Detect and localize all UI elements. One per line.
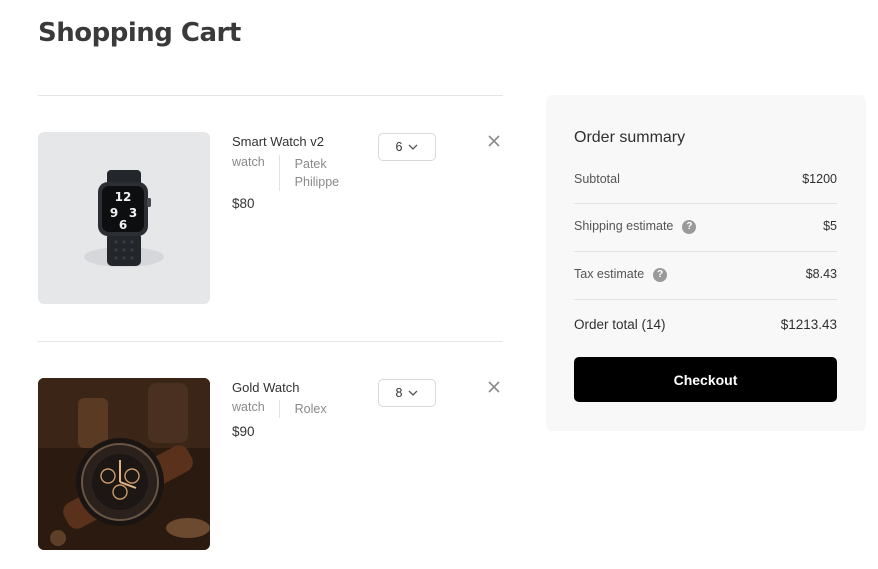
product-meta: watch Patek Philippe: [232, 155, 355, 191]
svg-text:9: 9: [110, 206, 118, 220]
order-total-label: Order total (14): [574, 317, 666, 332]
product-meta: watch Rolex: [232, 400, 355, 418]
product-category: watch: [232, 155, 265, 169]
product-brand: Patek Philippe: [294, 157, 340, 189]
product-name[interactable]: Gold Watch: [232, 380, 299, 395]
meta-separator: [278, 400, 280, 418]
tax-row: Tax estimate? $8.43: [574, 267, 837, 282]
divider: [38, 95, 503, 96]
quantity-select[interactable]: 6: [378, 133, 436, 161]
shipping-value: $5: [823, 219, 837, 234]
quantity-value: 8: [395, 386, 403, 400]
product-price: $90: [232, 424, 255, 439]
shipping-row: Shipping estimate? $5: [574, 219, 837, 234]
tax-value: $8.43: [805, 267, 837, 282]
shipping-label-wrap: Shipping estimate?: [574, 219, 697, 234]
page-title: Shopping Cart: [38, 18, 241, 48]
product-category: watch: [232, 400, 265, 414]
meta-separator: [278, 155, 280, 191]
svg-text:3: 3: [129, 206, 137, 220]
quantity-select[interactable]: 8: [378, 379, 436, 407]
product-price: $80: [232, 196, 255, 211]
order-summary-title: Order summary: [574, 129, 686, 146]
divider: [574, 203, 837, 204]
order-total-row: Order total (14) $1213.43: [574, 317, 837, 332]
chevron-down-icon: [409, 144, 418, 150]
product-image-smart-watch[interactable]: 12 9 3 6: [38, 132, 210, 304]
help-icon[interactable]: ?: [653, 267, 668, 282]
close-icon[interactable]: [486, 379, 502, 395]
divider: [574, 251, 837, 252]
quantity-value: 6: [395, 140, 403, 154]
tax-label: Tax estimate: [574, 267, 645, 281]
svg-text:6: 6: [119, 218, 127, 232]
subtotal-label: Subtotal: [574, 172, 620, 186]
shipping-label: Shipping estimate: [574, 219, 674, 233]
divider: [574, 299, 837, 300]
subtotal-row: Subtotal $1200: [574, 172, 837, 186]
product-name[interactable]: Smart Watch v2: [232, 134, 324, 149]
svg-text:12: 12: [115, 190, 132, 204]
order-total-value: $1213.43: [780, 317, 837, 332]
divider: [38, 341, 503, 342]
product-image-gold-watch[interactable]: [38, 378, 210, 550]
product-brand: Rolex: [294, 402, 327, 416]
help-icon[interactable]: ?: [682, 219, 697, 234]
chevron-down-icon: [409, 390, 418, 396]
checkout-button[interactable]: Checkout: [574, 357, 837, 402]
subtotal-value: $1200: [802, 172, 837, 186]
tax-label-wrap: Tax estimate?: [574, 267, 668, 282]
close-icon[interactable]: [486, 133, 502, 149]
order-summary-panel: Order summary Subtotal $1200 Shipping es…: [546, 95, 866, 431]
